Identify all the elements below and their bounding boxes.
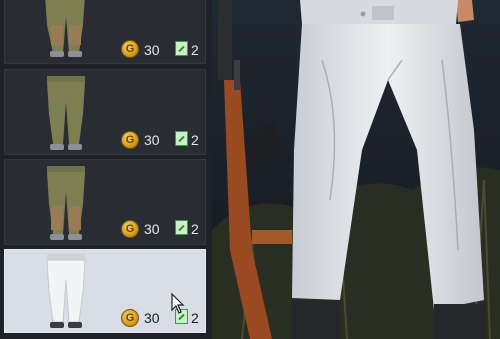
item-card-selected[interactable]: G 30 2 bbox=[4, 249, 206, 333]
item-price: 30 bbox=[144, 42, 160, 58]
ticket-count: 2 bbox=[191, 221, 199, 237]
olive-pants-icon bbox=[47, 76, 85, 150]
mouse-cursor-icon bbox=[171, 293, 185, 314]
ticket-icon bbox=[175, 220, 188, 235]
coin-icon: G bbox=[121, 40, 139, 58]
item-card[interactable]: G 30 2 bbox=[4, 0, 206, 64]
item-price: 30 bbox=[144, 132, 160, 148]
preview-scene bbox=[212, 0, 500, 339]
item-list: G 30 2 G 30 2 G 30 2 G 30 2 bbox=[0, 0, 212, 339]
olive-pants-icon bbox=[45, 0, 85, 57]
coin-icon: G bbox=[121, 131, 139, 149]
ticket-count: 2 bbox=[191, 42, 199, 58]
item-price: 30 bbox=[144, 310, 160, 326]
ticket-icon bbox=[175, 131, 188, 146]
coin-icon: G bbox=[121, 220, 139, 238]
ticket-count: 2 bbox=[191, 310, 199, 326]
white-pants-icon bbox=[46, 254, 86, 328]
ticket-icon bbox=[175, 41, 188, 56]
item-card[interactable]: G 30 2 bbox=[4, 69, 206, 155]
olive-pants-icon bbox=[47, 166, 85, 240]
item-card[interactable]: G 30 2 bbox=[4, 159, 206, 245]
ticket-count: 2 bbox=[191, 132, 199, 148]
coin-icon: G bbox=[121, 309, 139, 327]
item-price: 30 bbox=[144, 221, 160, 237]
character-preview bbox=[212, 0, 500, 339]
